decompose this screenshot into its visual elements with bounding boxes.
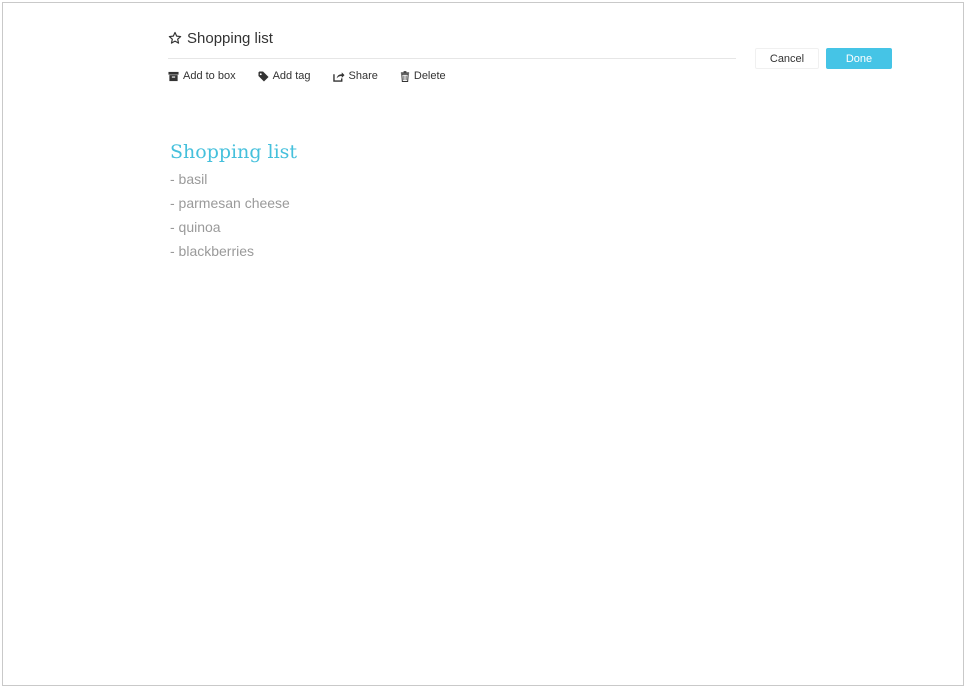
header-divider xyxy=(168,58,736,59)
list-item[interactable]: - quinoa xyxy=(170,215,297,239)
list-item[interactable]: - blackberries xyxy=(170,239,297,263)
list-item[interactable]: - parmesan cheese xyxy=(170,191,297,215)
share-label: Share xyxy=(348,70,378,82)
list-item[interactable]: - basil xyxy=(170,167,297,191)
box-icon xyxy=(168,71,179,81)
editor-window: Shopping list Add to box Add tag Share D… xyxy=(2,2,964,686)
note-header-title[interactable]: Shopping list xyxy=(187,30,273,47)
note-content-title[interactable]: Shopping list xyxy=(170,141,297,163)
trash-icon xyxy=(400,70,409,82)
note-toolbar: Add to box Add tag Share Delete xyxy=(168,69,468,83)
star-outline-icon[interactable] xyxy=(168,31,182,45)
delete-label: Delete xyxy=(413,70,446,82)
add-to-box-label: Add to box xyxy=(183,70,236,82)
note-body[interactable]: Shopping list - basil - parmesan cheese … xyxy=(170,141,297,263)
tag-icon xyxy=(258,70,269,82)
add-tag-button[interactable]: Add tag xyxy=(258,70,311,82)
title-row: Shopping list xyxy=(168,27,736,49)
share-icon xyxy=(332,71,345,82)
cancel-button[interactable]: Cancel xyxy=(755,48,819,69)
delete-button[interactable]: Delete xyxy=(400,70,446,82)
note-header: Shopping list Add to box Add tag Share D… xyxy=(168,27,736,82)
add-to-box-button[interactable]: Add to box xyxy=(168,70,236,82)
add-tag-label: Add tag xyxy=(272,70,311,82)
done-button[interactable]: Done xyxy=(826,48,892,69)
share-button[interactable]: Share xyxy=(332,70,378,82)
